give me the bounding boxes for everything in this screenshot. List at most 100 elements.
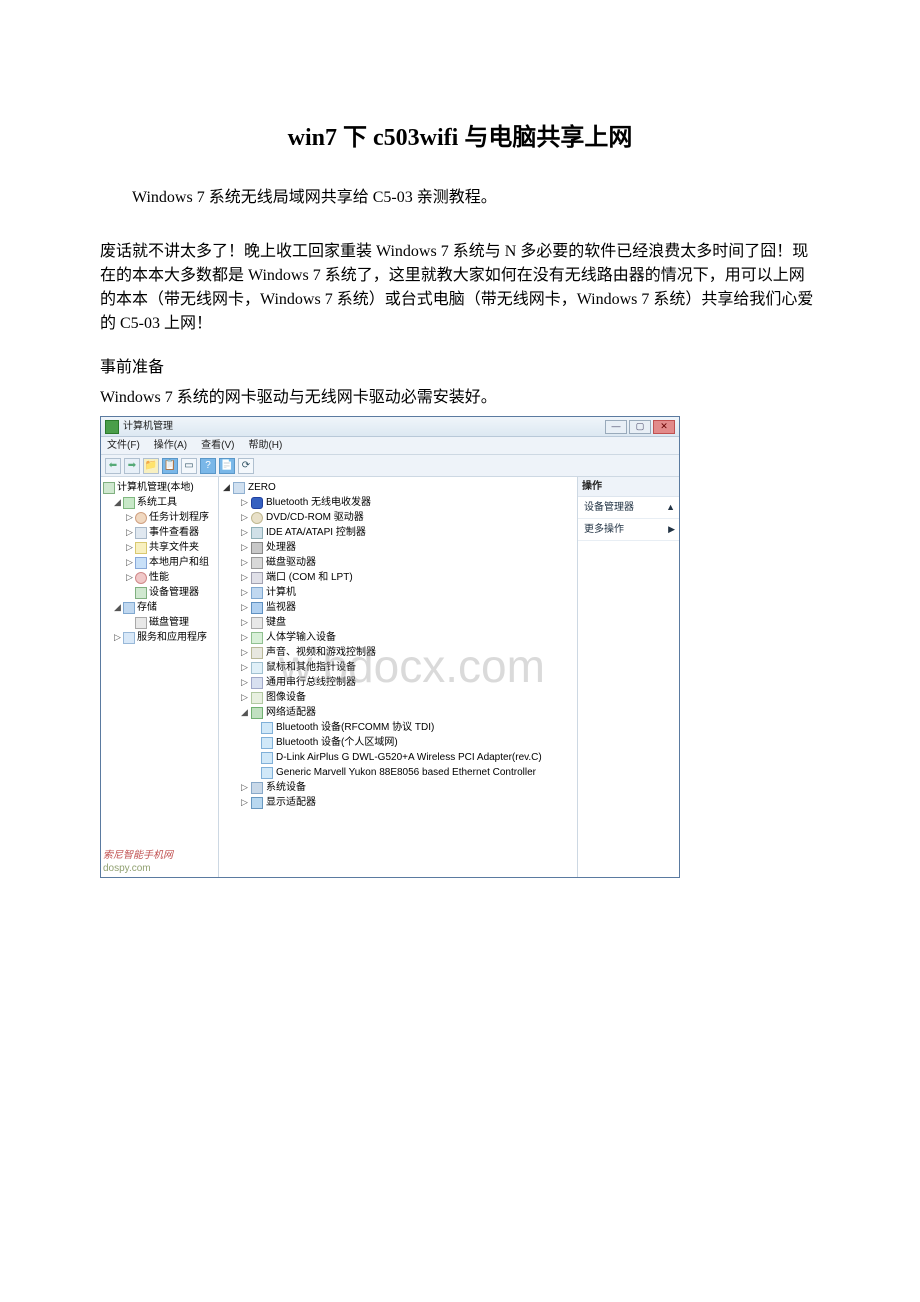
- tool-button-4[interactable]: ⟳: [238, 458, 254, 474]
- device-item[interactable]: ▷系统设备: [223, 780, 573, 795]
- expander-icon[interactable]: ▷: [241, 512, 250, 524]
- device-item[interactable]: ▷监视器: [223, 600, 573, 615]
- device-item[interactable]: ▷ Bluetooth 无线电收发器: [223, 495, 573, 510]
- menu-view[interactable]: 查看(V): [201, 439, 234, 452]
- expander-icon[interactable]: ▷: [241, 692, 250, 704]
- expander-icon[interactable]: ▷: [241, 557, 250, 569]
- actions-group[interactable]: 设备管理器 ▲: [578, 497, 679, 519]
- network-adapter-item[interactable]: Bluetooth 设备(个人区域网): [223, 735, 573, 750]
- expander-icon[interactable]: ▷: [125, 527, 134, 539]
- device-item[interactable]: ▷ 图像设备: [223, 690, 573, 705]
- device-label: 图像设备: [266, 691, 306, 704]
- expander-icon[interactable]: ▷: [241, 602, 250, 614]
- expander-icon[interactable]: ▷: [241, 677, 250, 689]
- maximize-button[interactable]: ▢: [629, 420, 651, 434]
- ide-icon: [251, 527, 263, 539]
- minimize-button[interactable]: —: [605, 420, 627, 434]
- expander-icon[interactable]: ◢: [241, 707, 250, 719]
- net-icon: [251, 707, 263, 719]
- adapter-label: Bluetooth 设备(RFCOMM 协议 TDI): [276, 721, 434, 734]
- device-item[interactable]: ▷通用串行总线控制器: [223, 675, 573, 690]
- cpu-icon: [251, 542, 263, 554]
- device-item[interactable]: ◢网络适配器: [223, 705, 573, 720]
- up-button[interactable]: 📁: [143, 458, 159, 474]
- expander-icon[interactable]: ▷: [125, 557, 134, 569]
- tree-item[interactable]: 磁盘管理: [103, 615, 216, 630]
- expander-icon[interactable]: ▷: [241, 617, 250, 629]
- tool-button-1[interactable]: 📋: [162, 458, 178, 474]
- expander-icon[interactable]: ◢: [223, 482, 233, 494]
- menu-help[interactable]: 帮助(H): [248, 439, 282, 452]
- tool-button-3[interactable]: 📄: [219, 458, 235, 474]
- left-header[interactable]: 计算机管理(本地): [103, 480, 216, 495]
- expander-icon[interactable]: ▷: [241, 527, 250, 539]
- tree-item[interactable]: ▷任务计划程序: [103, 510, 216, 525]
- bt-icon: [251, 497, 263, 509]
- tree-item[interactable]: ◢存储: [103, 600, 216, 615]
- actions-header: 操作: [578, 477, 679, 497]
- tree-label: 服务和应用程序: [137, 631, 207, 644]
- sys-icon: [251, 782, 263, 794]
- device-tree-pane: w.bdocx.com ◢ ZERO ▷Bluetooth 无线电收发器▷DVD…: [219, 477, 577, 877]
- device-item[interactable]: ▷声音、视频和游戏控制器: [223, 645, 573, 660]
- device-item[interactable]: ▷人体学输入设备: [223, 630, 573, 645]
- device-item[interactable]: ▷显示适配器: [223, 795, 573, 810]
- expander-icon[interactable]: ▷: [241, 662, 250, 674]
- window-controls: — ▢ ✕: [605, 420, 675, 434]
- device-root[interactable]: ◢ ZERO: [223, 480, 573, 495]
- network-adapter-item[interactable]: D-Link AirPlus G DWL-G520+A Wireless PCI…: [223, 750, 573, 765]
- more-actions[interactable]: 更多操作 ▶: [578, 519, 679, 541]
- menubar: 文件(F) 操作(A) 查看(V) 帮助(H): [101, 437, 679, 455]
- back-button[interactable]: ⬅: [105, 458, 121, 474]
- device-label: Bluetooth 无线电收发器: [266, 496, 371, 509]
- expander-icon[interactable]: ▷: [241, 647, 250, 659]
- titlebar: 计算机管理 — ▢ ✕: [101, 417, 679, 437]
- expander-icon[interactable]: ▷: [241, 797, 250, 809]
- intro-paragraph: Windows 7 系统无线局域网共享给 C5-03 亲测教程。: [100, 186, 820, 210]
- tree-item[interactable]: ▷本地用户和组: [103, 555, 216, 570]
- expander-icon[interactable]: ▷: [241, 632, 250, 644]
- menu-file[interactable]: 文件(F): [107, 439, 140, 452]
- help-button[interactable]: ?: [200, 458, 216, 474]
- device-item[interactable]: ▷DVD/CD-ROM 驱动器: [223, 510, 573, 525]
- svc-icon: [123, 632, 135, 644]
- device-item[interactable]: ▷ 处理器: [223, 540, 573, 555]
- menu-action[interactable]: 操作(A): [154, 439, 187, 452]
- disk-icon: [135, 617, 147, 629]
- expander-icon[interactable]: ▷: [125, 572, 134, 584]
- device-item[interactable]: ▷键盘: [223, 615, 573, 630]
- expander-icon[interactable]: ▷: [241, 782, 250, 794]
- close-button[interactable]: ✕: [653, 420, 675, 434]
- expander-icon[interactable]: ▷: [125, 542, 134, 554]
- tree-item[interactable]: ◢ 系统工具: [103, 495, 216, 510]
- device-item[interactable]: ▷端口 (COM 和 LPT): [223, 570, 573, 585]
- expander-icon[interactable]: ▷: [241, 587, 250, 599]
- expander-icon[interactable]: ▷: [241, 572, 250, 584]
- expander-icon[interactable]: ▷: [125, 512, 134, 524]
- expander-icon[interactable]: ◢: [113, 602, 122, 614]
- network-adapter-item[interactable]: Generic Marvell Yukon 88E8056 based Ethe…: [223, 765, 573, 780]
- tool-button-2[interactable]: ▭: [181, 458, 197, 474]
- device-item[interactable]: ▷鼠标和其他指针设备: [223, 660, 573, 675]
- tree-label: 事件查看器: [149, 526, 199, 539]
- snd-icon: [251, 647, 263, 659]
- network-adapter-item[interactable]: Bluetooth 设备(RFCOMM 协议 TDI): [223, 720, 573, 735]
- computer-icon: [103, 482, 115, 494]
- mouse-icon: [251, 662, 263, 674]
- tree-item[interactable]: ▷共享文件夹: [103, 540, 216, 555]
- tree-label: 系统工具: [137, 496, 177, 509]
- tree-item[interactable]: ▷ 服务和应用程序: [103, 630, 216, 645]
- tree-item[interactable]: 设备管理器: [103, 585, 216, 600]
- expander-icon[interactable]: ▷: [241, 542, 250, 554]
- kb-icon: [251, 617, 263, 629]
- expander-icon[interactable]: ◢: [113, 497, 122, 509]
- device-item[interactable]: ▷磁盘驱动器: [223, 555, 573, 570]
- expander-icon[interactable]: ▷: [241, 497, 250, 509]
- device-item[interactable]: ▷计算机: [223, 585, 573, 600]
- tree-item[interactable]: ▷性能: [103, 570, 216, 585]
- expander-icon[interactable]: ▷: [113, 632, 122, 644]
- device-item[interactable]: ▷IDE ATA/ATAPI 控制器: [223, 525, 573, 540]
- tree-item[interactable]: ▷ 事件查看器: [103, 525, 216, 540]
- forward-button[interactable]: ➡: [124, 458, 140, 474]
- device-label: 处理器: [266, 541, 296, 554]
